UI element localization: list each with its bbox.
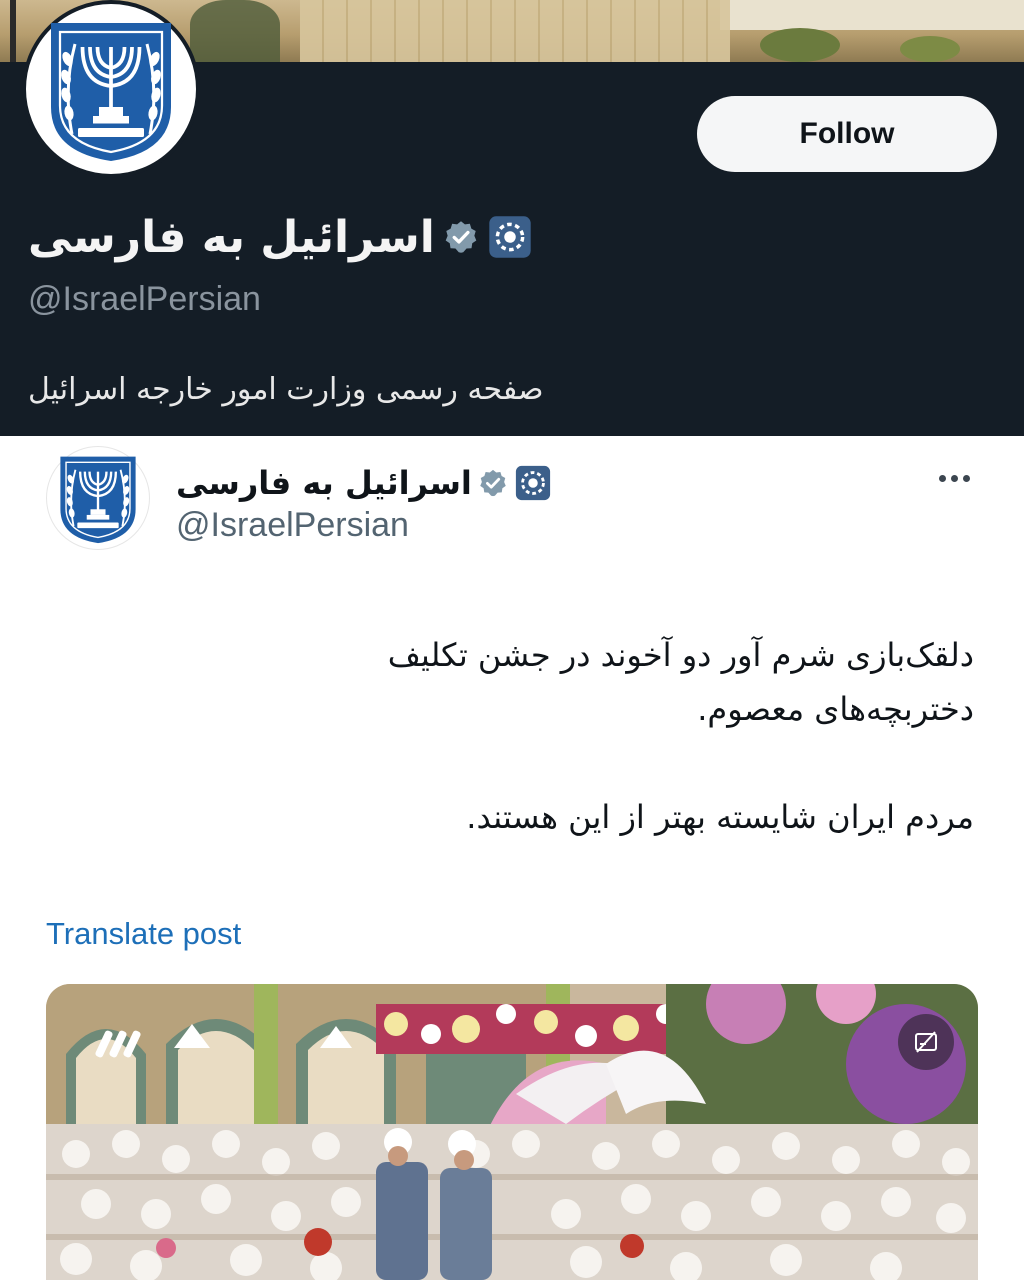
translate-post-link[interactable]: Translate post [46, 916, 241, 952]
profile-display-name: اسرائیل به فارسی [28, 211, 435, 263]
government-badge-icon[interactable] [514, 464, 552, 502]
tweet-media-video[interactable] [46, 984, 978, 1280]
government-badge-icon[interactable] [487, 214, 533, 260]
tweet-author-row: اسرائیل به فارسی [176, 458, 552, 508]
tweet: اسرائیل به فارسی @IsraelPersian دلقک‌باز… [0, 436, 1024, 1280]
verified-badge-icon[interactable] [478, 468, 508, 498]
video-thumbnail [46, 984, 978, 1280]
tweet-avatar[interactable] [46, 446, 150, 550]
profile-name-row: اسرائیل به فارسی [28, 202, 533, 272]
more-options-icon[interactable] [924, 460, 984, 496]
profile-header: Follow اسرائیل به فارسی @IsraelPersian ص… [0, 0, 1024, 436]
tweet-author-handle[interactable]: @IsraelPersian [176, 506, 409, 545]
profile-avatar[interactable] [22, 0, 200, 178]
tweet-text: دلقک‌بازی شرم آور دو آخوند در جشن تکلیف … [294, 628, 974, 844]
verified-badge-icon[interactable] [443, 219, 479, 255]
follow-button[interactable]: Follow [697, 96, 997, 172]
state-emblem-menorah-icon [51, 451, 145, 545]
tweet-text-line: دلقک‌بازی شرم آور دو آخوند در جشن تکلیف [387, 636, 974, 674]
state-emblem-menorah-icon [36, 14, 186, 164]
tweet-author-name[interactable]: اسرائیل به فارسی [176, 464, 472, 502]
profile-handle: @IsraelPersian [28, 280, 261, 318]
tweet-text-line: مردم ایران شایسته بهتر از این هستند. [466, 798, 974, 836]
tweet-text-line: دختربچه‌های معصوم. [697, 690, 974, 728]
caption-toggle-icon[interactable] [898, 1014, 954, 1070]
profile-bio: صفحه رسمی وزارت امور خارجه اسرائیل [28, 372, 544, 407]
